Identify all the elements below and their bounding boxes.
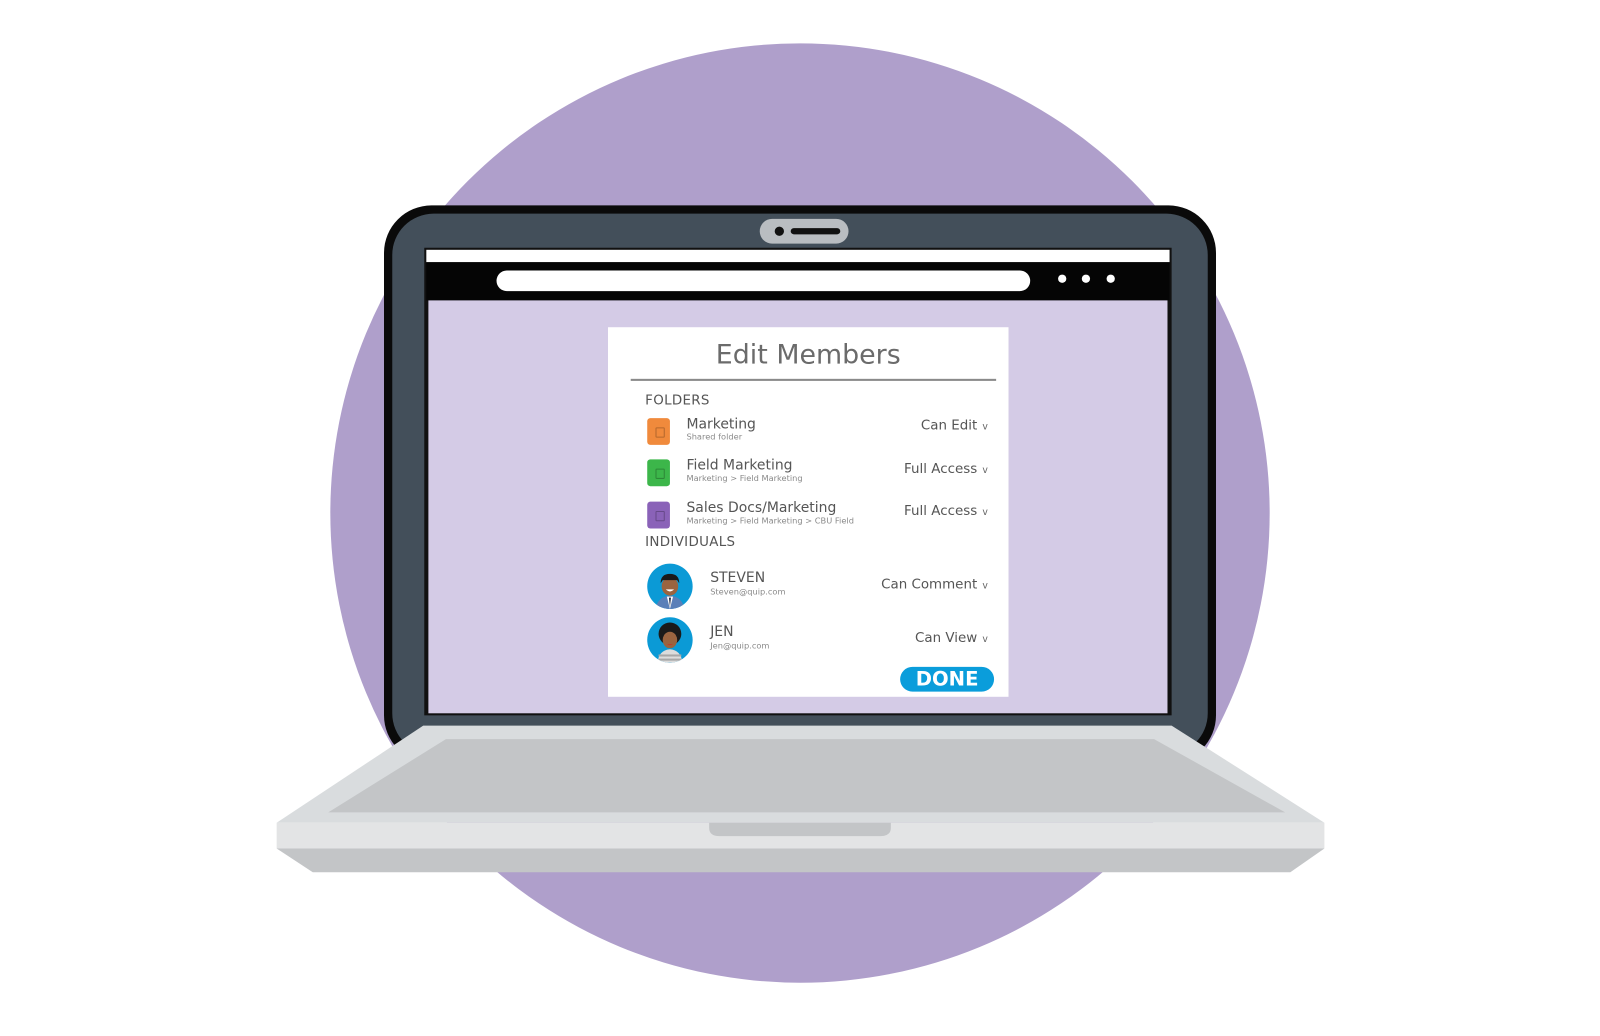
individual-row-steven: STEVEN Steven@quip.com Can Comment v	[645, 563, 988, 611]
menu-dot-icon[interactable]	[1081, 274, 1091, 283]
trackpad-notch	[709, 822, 891, 837]
folders-heading: FOLDERS	[645, 393, 710, 409]
individual-name: JEN	[710, 623, 734, 641]
folder-row-sales-docs: Sales Docs/Marketing Marketing > Field M…	[645, 500, 988, 535]
permission-dropdown[interactable]: Can View v	[915, 631, 988, 646]
person-icon	[655, 573, 685, 610]
permission-label: Can Comment	[881, 577, 978, 593]
individual-email: Steven@quip.com	[710, 587, 786, 597]
folder-name: Field Marketing	[686, 457, 793, 474]
chevron-down-icon: v	[982, 507, 988, 519]
done-button[interactable]: DONE	[900, 666, 995, 692]
permission-label: Full Access	[904, 503, 978, 520]
permission-dropdown[interactable]: Can Comment v	[881, 577, 988, 592]
permission-label: Full Access	[904, 461, 978, 477]
individual-row-jen: JEN Jen@quip.com Can View v	[645, 617, 988, 664]
folder-icon	[647, 459, 670, 487]
folder-path: Marketing > Field Marketing	[686, 473, 803, 484]
folder-icon	[647, 418, 670, 445]
avatar-jen	[647, 617, 693, 663]
permission-dropdown[interactable]: Full Access v	[904, 461, 988, 476]
folder-path: Marketing > Field Marketing > CBU Field	[686, 516, 854, 526]
laptop-bottom	[276, 848, 1325, 873]
folder-icon	[647, 501, 670, 529]
menu-dot-icon[interactable]	[1058, 274, 1067, 283]
folder-name: Marketing	[686, 416, 756, 433]
chevron-down-icon: v	[982, 581, 988, 592]
webcam-bar	[790, 228, 841, 235]
person-icon	[657, 622, 683, 663]
keyboard-area	[328, 739, 1286, 813]
permission-label: Can View	[915, 630, 978, 647]
individual-email: Jen@quip.com	[710, 641, 770, 651]
dialog-title: Edit Members	[715, 339, 901, 371]
browser-top-strip	[426, 249, 1170, 263]
permission-dropdown[interactable]: Full Access v	[904, 504, 988, 519]
edit-members-dialog: Edit Members FOLDERS Marketing Shared fo…	[608, 327, 1009, 697]
permission-dropdown[interactable]: Can Edit v	[921, 418, 988, 433]
address-bar[interactable]	[496, 270, 1031, 292]
folder-path: Shared folder	[686, 432, 743, 442]
individuals-heading: INDIVIDUALS	[645, 534, 736, 551]
title-divider	[630, 378, 997, 381]
folder-row-field-marketing: Field Marketing Marketing > Field Market…	[645, 457, 988, 492]
chevron-down-icon: v	[982, 465, 988, 476]
individual-name: STEVEN	[710, 569, 766, 587]
chevron-down-icon: v	[982, 634, 988, 646]
permission-label: Can Edit	[920, 418, 978, 434]
chevron-down-icon: v	[982, 422, 988, 433]
folder-row-marketing: Marketing Shared folder Can Edit v	[645, 416, 988, 451]
folder-name: Sales Docs/Marketing	[686, 499, 837, 517]
avatar-steven	[647, 563, 693, 610]
webcam-icon	[774, 226, 785, 236]
menu-dot-icon[interactable]	[1106, 274, 1115, 283]
